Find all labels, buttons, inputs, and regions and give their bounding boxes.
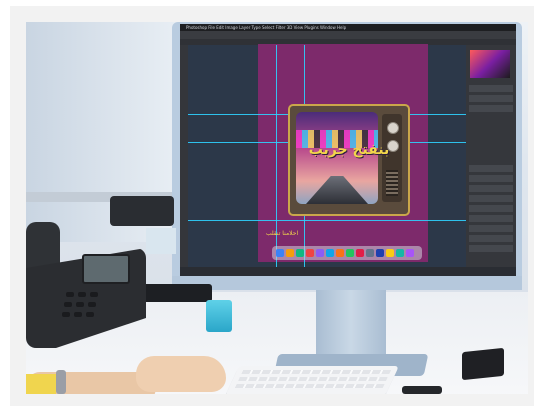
monitor-stand: [316, 290, 386, 362]
dock-app-icon[interactable]: [336, 249, 344, 257]
dock-app-icon[interactable]: [386, 249, 394, 257]
monitor-chin: [172, 276, 522, 290]
tv-road-image: [306, 176, 368, 204]
phone-display: [82, 254, 130, 284]
dock-app-icon[interactable]: [376, 249, 384, 257]
tablet-device: [110, 196, 174, 226]
dock-app-icon[interactable]: [326, 249, 334, 257]
key-row: [234, 384, 385, 388]
phone-key: [66, 292, 74, 297]
guide-line-horizontal: [188, 220, 466, 221]
photo: Photoshop File Edit Image Layer Type Sel…: [26, 22, 528, 394]
phone-key: [78, 292, 86, 297]
dock-app-icon[interactable]: [346, 249, 354, 257]
water-cup: [206, 300, 232, 332]
retro-tv-artwork: بنفتح جريب: [288, 104, 410, 216]
dock: [272, 246, 422, 260]
app-menubar: Photoshop File Edit Image Layer Type Sel…: [180, 24, 516, 31]
layer-row[interactable]: [469, 165, 513, 172]
tv-screen: [296, 112, 378, 204]
right-panels: [466, 45, 516, 267]
hand: [136, 356, 226, 392]
desk-tray: [136, 284, 212, 302]
layer-row[interactable]: [469, 185, 513, 192]
dock-app-icon[interactable]: [276, 249, 284, 257]
tv-control-panel: [382, 114, 402, 202]
layer-row[interactable]: [469, 205, 513, 212]
key-row: [241, 370, 392, 374]
layer-row[interactable]: [469, 85, 513, 92]
tv-speaker-grill: [386, 170, 398, 196]
bracelet: [56, 370, 66, 394]
yellow-sleeve: [26, 374, 56, 394]
dock-app-icon[interactable]: [406, 249, 414, 257]
color-picker-swatch[interactable]: [470, 50, 510, 78]
phone-key: [62, 312, 70, 317]
keyboard: [225, 366, 399, 394]
dock-app-icon[interactable]: [356, 249, 364, 257]
dock-app-icon[interactable]: [306, 249, 314, 257]
layer-row[interactable]: [469, 195, 513, 202]
layer-row[interactable]: [469, 95, 513, 102]
phone-key: [88, 302, 96, 307]
phone-key: [74, 312, 82, 317]
external-drive: [462, 347, 504, 381]
tv-knob-icon: [387, 122, 399, 134]
layer-row[interactable]: [469, 215, 513, 222]
dock-app-icon[interactable]: [316, 249, 324, 257]
pen-holder: [146, 228, 176, 254]
key-row: [238, 377, 388, 381]
phone-key: [90, 292, 98, 297]
dock-app-icon[interactable]: [286, 249, 294, 257]
layer-row[interactable]: [469, 175, 513, 182]
artwork-caption: احلامنا تنقلب: [266, 230, 299, 237]
layer-row[interactable]: [469, 245, 513, 252]
mouse: [402, 386, 442, 394]
layer-row[interactable]: [469, 105, 513, 112]
layer-row[interactable]: [469, 235, 513, 242]
monitor-screen: Photoshop File Edit Image Layer Type Sel…: [180, 24, 516, 276]
dock-app-icon[interactable]: [366, 249, 374, 257]
dock-app-icon[interactable]: [296, 249, 304, 257]
dock-app-icon[interactable]: [396, 249, 404, 257]
tools-panel: [180, 45, 188, 267]
layer-row[interactable]: [469, 225, 513, 232]
phone-key: [76, 302, 84, 307]
artwork-title: بنفتح جريب: [308, 142, 390, 158]
options-bar: [180, 31, 516, 39]
phone-key: [86, 312, 94, 317]
phone-key: [64, 302, 72, 307]
